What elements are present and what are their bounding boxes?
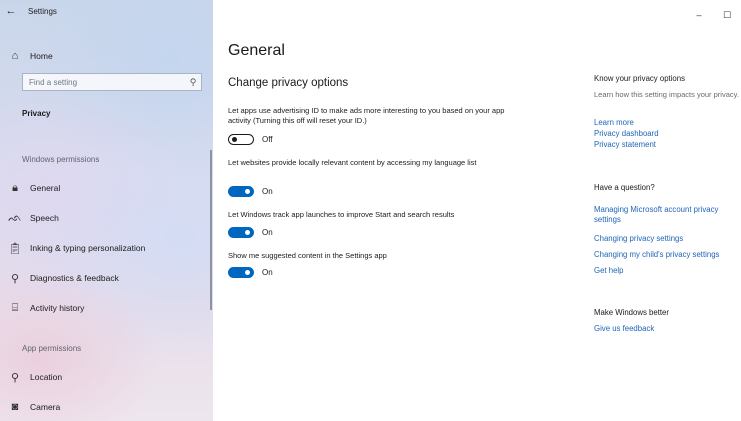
suggested-content-toggle[interactable] xyxy=(228,267,254,278)
sidebar-item-label: Diagnostics & feedback xyxy=(30,273,119,283)
sidebar-item-label: Location xyxy=(30,372,63,382)
language-list-toggle[interactable] xyxy=(228,186,254,197)
lock-icon: 🔒︎ xyxy=(12,181,18,194)
app-launch-tracking-toggle[interactable] xyxy=(228,227,254,238)
sidebar-item-location[interactable]: ⚲ Location xyxy=(0,367,213,387)
title-bar: ← Settings xyxy=(0,0,213,22)
advertising-id-toggle[interactable] xyxy=(228,134,254,145)
setting-language-list-row: On xyxy=(228,186,273,197)
activity-history-icon: ⌸ xyxy=(11,301,19,314)
make-windows-better-heading: Make Windows better xyxy=(594,308,669,317)
back-arrow-icon[interactable]: ← xyxy=(0,5,22,17)
sidebar-item-label: Speech xyxy=(30,213,59,223)
setting-suggested-content-row: On xyxy=(228,267,273,278)
home-icon: ⌂ xyxy=(11,50,19,62)
managing-account-privacy-link[interactable]: Managing Microsoft account privacy setti… xyxy=(594,205,739,224)
setting-advertising-id-row: Off xyxy=(228,134,273,145)
diagnostics-icon: ⚲ xyxy=(10,272,20,285)
sidebar-scrollbar[interactable] xyxy=(210,150,212,310)
sidebar-item-label: Camera xyxy=(30,402,61,412)
toggle-state-label: On xyxy=(262,187,273,196)
sidebar-item-diagnostics[interactable]: ⚲ Diagnostics & feedback xyxy=(0,268,213,288)
window-controls: – ☐ xyxy=(685,0,741,30)
speech-icon: ᨒ xyxy=(8,211,22,224)
app-title: Settings xyxy=(28,6,57,16)
setting-app-launch-tracking-row: On xyxy=(228,227,273,238)
sidebar-item-speech[interactable]: ᨒ Speech xyxy=(0,208,213,228)
sidebar-item-label: General xyxy=(30,183,61,193)
section-subtitle: Change privacy options xyxy=(228,77,349,89)
give-feedback-link[interactable]: Give us feedback xyxy=(594,324,739,334)
clipboard-icon: 📋︎ xyxy=(8,242,22,255)
toggle-state-label: Off xyxy=(262,135,273,144)
changing-privacy-settings-link[interactable]: Changing privacy settings xyxy=(594,234,739,244)
sidebar-item-inking-typing[interactable]: 📋︎ Inking & typing personalization xyxy=(0,238,213,258)
learn-more-link[interactable]: Learn more xyxy=(594,118,739,128)
sidebar-item-label: Inking & typing personalization xyxy=(30,243,146,253)
group-label-app-permissions: App permissions xyxy=(22,344,82,353)
setting-language-list-text: Let websites provide locally relevant co… xyxy=(228,158,477,167)
child-privacy-settings-link[interactable]: Changing my child's privacy settings xyxy=(594,250,739,260)
section-title-privacy: Privacy xyxy=(22,109,51,118)
privacy-dashboard-link[interactable]: Privacy dashboard xyxy=(594,129,739,139)
sidebar-item-camera[interactable]: ◙ Camera xyxy=(0,397,213,417)
get-help-link[interactable]: Get help xyxy=(594,266,739,276)
group-label-windows-permissions: Windows permissions xyxy=(22,155,100,164)
sidebar-item-general[interactable]: 🔒︎ General xyxy=(0,178,213,198)
toggle-state-label: On xyxy=(262,268,273,277)
question-heading: Have a question? xyxy=(594,183,655,192)
location-icon: ⚲ xyxy=(10,371,20,384)
setting-advertising-id-text: Let apps use advertising ID to make ads … xyxy=(228,106,505,125)
sidebar-item-label: Activity history xyxy=(30,303,85,313)
search-input[interactable] xyxy=(23,77,185,87)
search-box[interactable]: ⚲ xyxy=(22,73,202,91)
sidebar-item-activity-history[interactable]: ⌸ Activity history xyxy=(0,298,213,318)
know-privacy-description: Learn how this setting impacts your priv… xyxy=(594,90,739,99)
camera-icon: ◙ xyxy=(11,401,19,413)
setting-app-launch-tracking-text: Let Windows track app launches to improv… xyxy=(228,210,455,219)
maximize-button[interactable]: ☐ xyxy=(713,10,741,21)
search-icon[interactable]: ⚲ xyxy=(185,77,201,88)
minimize-button[interactable]: – xyxy=(685,10,713,20)
home-nav-item[interactable]: ⌂ Home xyxy=(0,46,213,66)
setting-suggested-content-text: Show me suggested content in the Setting… xyxy=(228,251,387,260)
privacy-statement-link[interactable]: Privacy statement xyxy=(594,140,739,150)
page-title: General xyxy=(228,42,285,59)
know-privacy-heading: Know your privacy options xyxy=(594,74,686,83)
sidebar: ← Settings ⌂ Home ⚲ Privacy Windows perm… xyxy=(0,0,213,421)
toggle-state-label: On xyxy=(262,228,273,237)
home-label: Home xyxy=(30,51,53,61)
